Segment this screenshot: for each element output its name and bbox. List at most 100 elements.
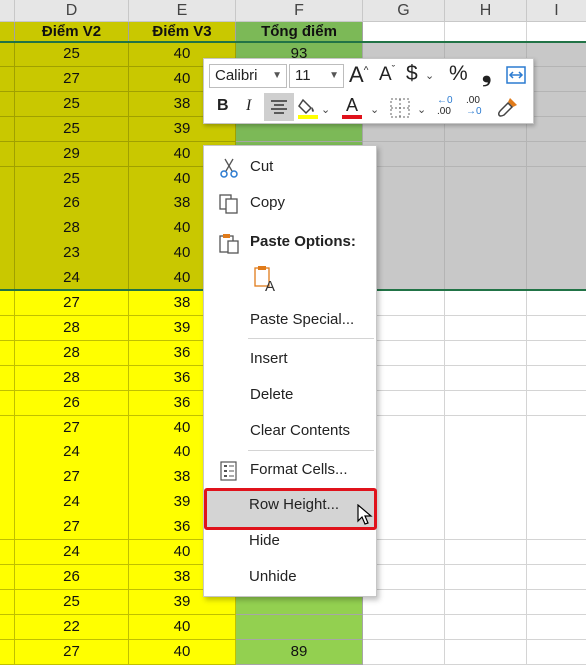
cell[interactable] xyxy=(0,490,15,516)
cell[interactable] xyxy=(0,116,15,143)
cell[interactable] xyxy=(0,315,15,342)
cell[interactable] xyxy=(445,465,527,491)
cell[interactable] xyxy=(527,465,586,491)
merge-center-button[interactable] xyxy=(506,66,526,84)
cell[interactable] xyxy=(445,291,527,317)
cell-d[interactable]: 27 xyxy=(15,66,129,93)
cell[interactable] xyxy=(445,490,527,516)
cell-d[interactable]: 25 xyxy=(15,116,129,143)
cell[interactable] xyxy=(0,639,15,665)
cell[interactable] xyxy=(0,166,15,192)
cell[interactable] xyxy=(0,42,15,68)
header-diem-v3[interactable]: Điểm V3 xyxy=(129,22,236,42)
cell-d[interactable]: 24 xyxy=(15,440,129,466)
cell-d[interactable]: 27 xyxy=(15,291,129,317)
cell[interactable] xyxy=(445,614,527,641)
cell-e[interactable]: 40 xyxy=(129,614,236,641)
cell[interactable] xyxy=(0,415,15,441)
cell[interactable] xyxy=(445,191,527,217)
menu-item-delete[interactable]: Delete xyxy=(204,380,376,410)
column-header-c[interactable] xyxy=(0,0,15,22)
bold-button[interactable]: B xyxy=(217,97,229,115)
cell[interactable] xyxy=(363,614,445,641)
increase-decimal-button[interactable]: ←0 .00 xyxy=(437,95,461,121)
currency-button[interactable]: $ xyxy=(406,62,418,86)
cell[interactable] xyxy=(527,116,586,143)
cell-d[interactable]: 27 xyxy=(15,465,129,491)
comma-style-button[interactable]: ❟ xyxy=(482,60,491,88)
cell[interactable] xyxy=(445,515,527,541)
menu-item-format-cells[interactable]: Format Cells... xyxy=(204,455,376,485)
menu-item-hide[interactable]: Hide xyxy=(203,526,375,556)
column-header-h[interactable]: H xyxy=(445,0,527,22)
cell[interactable] xyxy=(0,66,15,93)
cell[interactable] xyxy=(445,365,527,392)
cell[interactable] xyxy=(445,540,527,566)
cell[interactable] xyxy=(445,415,527,441)
chevron-down-icon[interactable]: ▼ xyxy=(272,65,282,87)
cell-f[interactable]: 89 xyxy=(236,639,363,665)
cell[interactable] xyxy=(445,315,527,342)
cell-d[interactable]: 25 xyxy=(15,91,129,118)
menu-item-clear-contents[interactable]: Clear Contents xyxy=(204,416,376,446)
cell-d[interactable]: 27 xyxy=(15,515,129,541)
chevron-down-icon[interactable]: ⌄ xyxy=(370,103,379,116)
cell[interactable] xyxy=(0,291,15,317)
align-center-button[interactable] xyxy=(264,93,294,121)
cell[interactable] xyxy=(445,166,527,192)
shrink-font-button[interactable]: Aˇ xyxy=(379,64,395,86)
italic-button[interactable]: I xyxy=(246,97,251,115)
cell[interactable] xyxy=(527,390,586,416)
cell[interactable] xyxy=(527,415,586,441)
cell[interactable] xyxy=(0,266,15,292)
cell-d[interactable]: 25 xyxy=(15,166,129,192)
header-cell[interactable] xyxy=(445,22,527,42)
percent-button[interactable]: % xyxy=(449,62,468,86)
header-diem-v2[interactable]: Điểm V2 xyxy=(15,22,129,42)
decrease-decimal-button[interactable]: .00 →0 xyxy=(466,95,490,121)
header-cell[interactable] xyxy=(0,22,15,42)
cell[interactable] xyxy=(527,340,586,367)
cell[interactable] xyxy=(445,589,527,616)
cell[interactable] xyxy=(0,365,15,392)
menu-item-cut[interactable]: Cut xyxy=(204,152,376,182)
cell[interactable] xyxy=(527,589,586,616)
header-tong-diem[interactable]: Tổng điểm xyxy=(236,22,363,42)
cell-d[interactable]: 24 xyxy=(15,490,129,516)
cell[interactable] xyxy=(527,166,586,192)
cell[interactable] xyxy=(445,241,527,267)
cell-d[interactable]: 23 xyxy=(15,241,129,267)
cell-d[interactable]: 24 xyxy=(15,540,129,566)
format-painter-button[interactable] xyxy=(496,95,520,119)
cell-f[interactable] xyxy=(236,614,363,641)
cell[interactable] xyxy=(0,216,15,242)
cell[interactable] xyxy=(527,91,586,118)
cell[interactable] xyxy=(445,440,527,466)
cell[interactable] xyxy=(445,390,527,416)
cell[interactable] xyxy=(527,365,586,392)
cell[interactable] xyxy=(527,191,586,217)
font-name-combo[interactable]: Calibri ▼ xyxy=(209,64,287,88)
cell[interactable] xyxy=(0,515,15,541)
cell[interactable] xyxy=(0,241,15,267)
fill-color-button[interactable] xyxy=(297,96,319,120)
column-header-d[interactable]: D xyxy=(15,0,129,22)
paste-keep-text-button[interactable]: A xyxy=(252,264,278,295)
menu-item-insert[interactable]: Insert xyxy=(204,344,376,374)
font-color-button[interactable]: A xyxy=(342,95,362,120)
cell[interactable] xyxy=(0,191,15,217)
column-header-i[interactable]: I xyxy=(527,0,586,22)
column-header-g[interactable]: G xyxy=(363,0,445,22)
cell[interactable] xyxy=(445,564,527,591)
cell-d[interactable]: 27 xyxy=(15,415,129,441)
cell-d[interactable]: 26 xyxy=(15,564,129,591)
cell[interactable] xyxy=(527,291,586,317)
cell-d[interactable]: 28 xyxy=(15,340,129,367)
cell[interactable] xyxy=(527,490,586,516)
cell-d[interactable]: 26 xyxy=(15,390,129,416)
cell[interactable] xyxy=(527,315,586,342)
cell[interactable] xyxy=(527,515,586,541)
chevron-down-icon[interactable]: ⌄ xyxy=(425,69,434,82)
cell[interactable] xyxy=(527,440,586,466)
cell[interactable] xyxy=(527,141,586,167)
